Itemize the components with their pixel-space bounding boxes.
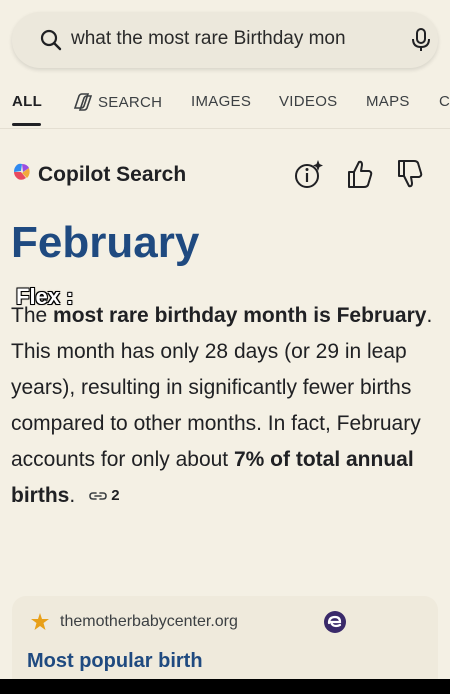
thumbs-up-icon[interactable]	[346, 158, 374, 195]
copilot-search-tab-icon	[73, 93, 92, 111]
answer-title: February	[11, 218, 200, 267]
overlay-caption: Flex :	[16, 284, 74, 309]
citation-count: 2	[111, 487, 120, 505]
copilot-logo-icon	[12, 162, 32, 187]
active-tab-indicator	[12, 123, 41, 126]
divider	[0, 128, 450, 129]
tab-videos[interactable]: VIDEOS	[279, 93, 337, 110]
info-sparkle-icon[interactable]	[294, 158, 324, 195]
copilot-title: Copilot Search	[38, 162, 187, 186]
answer-highlight-1: most rare birthday month is February	[53, 304, 427, 327]
tab-search[interactable]: SEARCH	[72, 93, 162, 111]
source-title[interactable]: Most popular birth	[27, 650, 203, 673]
tab-bar: ALL SEARCH IMAGES VIDEOS MAPS C	[0, 86, 450, 126]
answer-body: The most rare birthday month is February…	[11, 298, 439, 514]
search-bar[interactable]: what the most rare Birthday mon	[12, 12, 438, 68]
bottom-bar	[0, 679, 450, 694]
answer-actions	[294, 158, 424, 195]
link-icon	[89, 492, 107, 501]
tab-search-label: SEARCH	[98, 93, 163, 111]
answer-text-3: .	[69, 484, 76, 507]
edge-browser-icon[interactable]	[323, 610, 347, 639]
search-input[interactable]: what the most rare Birthday mon	[71, 28, 397, 50]
thumbs-down-icon[interactable]	[396, 158, 424, 195]
source-domain: themotherbabycenter.org	[60, 613, 238, 630]
search-icon[interactable]	[40, 29, 62, 56]
answer-text-2: . This month has only 28 days (or 29 in …	[11, 304, 433, 471]
copilot-header: Copilot Search	[12, 162, 186, 187]
tab-all[interactable]: ALL	[12, 93, 42, 110]
source-favicon-icon	[30, 612, 50, 637]
microphone-icon[interactable]	[410, 27, 432, 58]
tab-more[interactable]: C	[439, 93, 450, 110]
citation-link[interactable]: 2	[85, 478, 123, 514]
tab-maps[interactable]: MAPS	[366, 93, 410, 110]
tab-images[interactable]: IMAGES	[191, 93, 251, 110]
